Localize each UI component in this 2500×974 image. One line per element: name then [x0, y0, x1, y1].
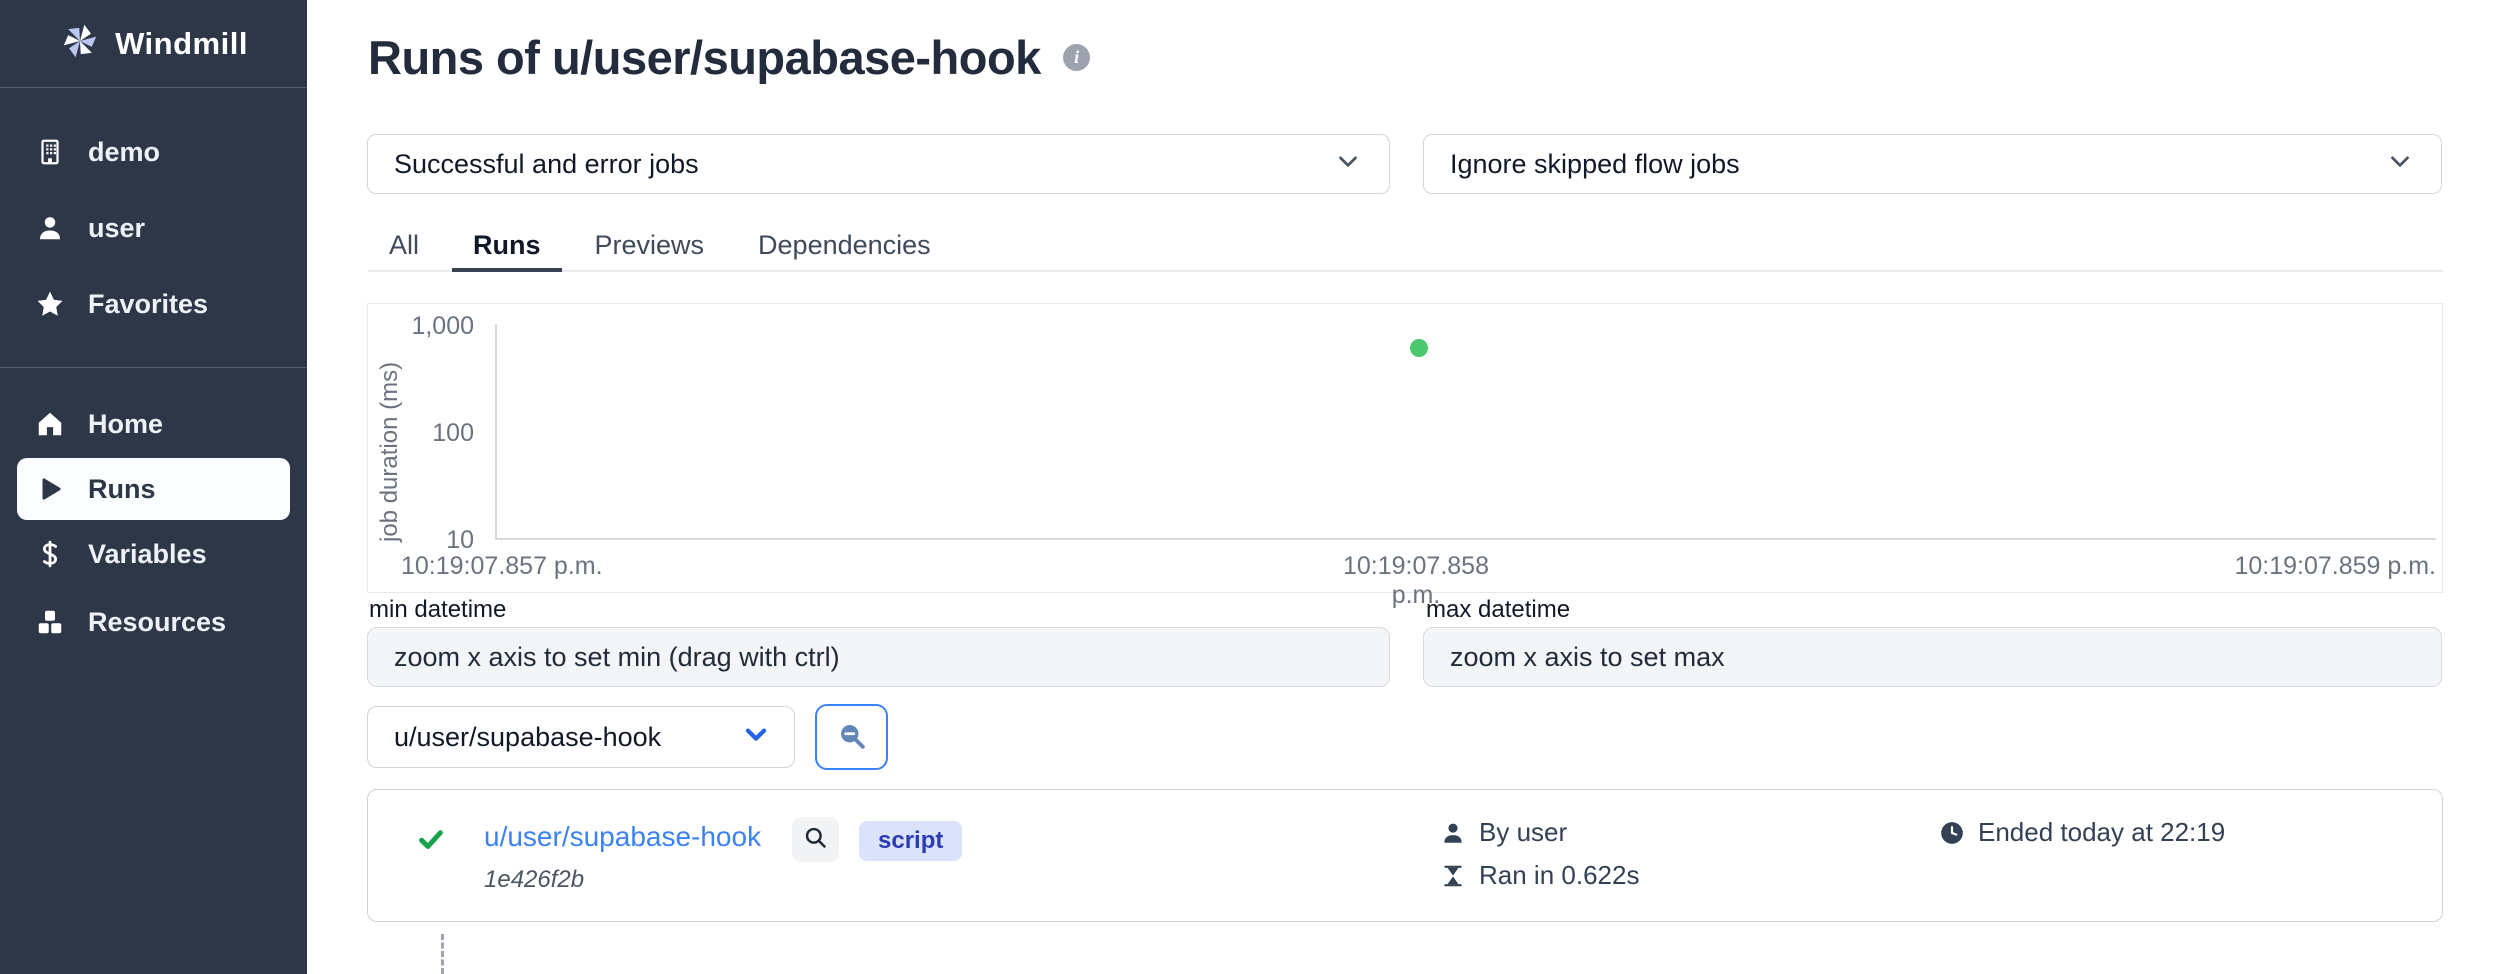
- run-meta-duration: Ran in 0.622s: [1440, 860, 1639, 891]
- hourglass-icon: [1440, 863, 1466, 889]
- timeline-connector: [441, 934, 444, 974]
- app-title: Windmill: [115, 26, 248, 62]
- run-meta-ended: Ended today at 22:19: [1939, 817, 2225, 848]
- chart-plot-area[interactable]: [497, 324, 2436, 538]
- sidebar: Windmill demo: [0, 0, 307, 974]
- tab-dependencies[interactable]: Dependencies: [737, 222, 952, 272]
- workspace-label: demo: [88, 137, 160, 168]
- user-icon: [35, 213, 65, 243]
- runs-label: Runs: [88, 474, 156, 505]
- sidebar-item-user[interactable]: user: [0, 190, 307, 266]
- job-status-select-value: Successful and error jobs: [394, 149, 699, 180]
- run-job-id: 1e426f2b: [484, 866, 584, 894]
- dollar-icon: [35, 539, 65, 569]
- runs-page: Windmill demo: [0, 0, 2500, 974]
- star-icon: [35, 289, 65, 319]
- info-icon[interactable]: i: [1063, 44, 1090, 71]
- min-datetime-label: min datetime: [369, 596, 506, 624]
- sidebar-item-variables[interactable]: Variables: [0, 520, 307, 588]
- chart-y-tick: 100: [406, 419, 474, 448]
- chart-x-axis-line: [495, 538, 2436, 540]
- run-path-link[interactable]: u/user/supabase-hook: [484, 821, 761, 853]
- sidebar-item-favorites[interactable]: Favorites: [0, 266, 307, 342]
- user-label: user: [88, 213, 145, 244]
- play-icon: [35, 474, 65, 504]
- clock-icon: [1939, 820, 1965, 846]
- run-meta-by: By user: [1440, 817, 1567, 848]
- sidebar-item-workspace[interactable]: demo: [0, 114, 307, 190]
- chart-y-axis-label: job duration (ms): [376, 324, 404, 542]
- tab-previews[interactable]: Previews: [574, 222, 726, 272]
- flow-jobs-select-value: Ignore skipped flow jobs: [1450, 149, 1740, 180]
- chevron-down-icon: [740, 718, 772, 757]
- home-icon: [35, 409, 65, 439]
- magnifier-icon: [802, 824, 829, 856]
- max-datetime-label: max datetime: [1426, 596, 1570, 624]
- run-search-chip[interactable]: [792, 817, 839, 862]
- chevron-down-icon: [2385, 146, 2415, 183]
- chevron-down-icon: [1333, 146, 1363, 183]
- run-by-text: By user: [1479, 817, 1567, 848]
- duration-chart: job duration (ms) 1,000 100 10 10:19:07.…: [367, 303, 2443, 593]
- sidebar-item-resources[interactable]: Resources: [0, 588, 307, 656]
- script-path-select[interactable]: u/user/supabase-hook: [367, 706, 795, 768]
- flow-jobs-select[interactable]: Ignore skipped flow jobs: [1423, 134, 2442, 194]
- sidebar-item-home[interactable]: Home: [0, 390, 307, 458]
- zoom-out-magnifier-icon: [834, 718, 870, 757]
- variables-label: Variables: [88, 539, 207, 570]
- chart-x-tick: 10:19:07.859 p.m.: [2234, 552, 2436, 581]
- home-label: Home: [88, 409, 163, 440]
- run-duration-text: Ran in 0.622s: [1479, 860, 1639, 891]
- chart-x-tick: 10:19:07.857 p.m.: [401, 552, 603, 581]
- run-row[interactable]: u/user/supabase-hook script 1e426f2b By …: [367, 789, 2443, 922]
- windmill-logo-icon: [59, 20, 101, 67]
- tab-runs[interactable]: Runs: [452, 222, 562, 272]
- app-logo[interactable]: Windmill: [0, 0, 307, 88]
- search-runs-button[interactable]: [815, 704, 888, 770]
- run-kind-badge: script: [859, 821, 962, 861]
- tab-all[interactable]: All: [368, 222, 440, 272]
- max-datetime-input[interactable]: [1423, 627, 2442, 687]
- page-title-text: Runs of u/user/supabase-hook: [368, 30, 1041, 85]
- favorites-label: Favorites: [88, 289, 208, 320]
- chart-data-point[interactable]: [1410, 339, 1428, 357]
- chart-y-tick: 10: [406, 526, 474, 555]
- run-ended-text: Ended today at 22:19: [1978, 817, 2225, 848]
- success-check-icon: [416, 824, 446, 854]
- run-kind-tabs: All Runs Previews Dependencies: [368, 222, 2443, 272]
- nav-menu: Home Runs Variables: [0, 368, 307, 656]
- sidebar-item-runs[interactable]: Runs: [17, 458, 290, 520]
- page-title: Runs of u/user/supabase-hook i: [368, 30, 1090, 85]
- min-datetime-input[interactable]: [367, 627, 1390, 687]
- chart-y-tick: 1,000: [406, 312, 474, 341]
- job-status-select[interactable]: Successful and error jobs: [367, 134, 1390, 194]
- person-icon: [1440, 820, 1466, 846]
- cubes-icon: [35, 607, 65, 637]
- workspace-section: demo user Favorites: [0, 88, 307, 368]
- building-icon: [35, 137, 65, 167]
- resources-label: Resources: [88, 607, 226, 638]
- script-path-select-value: u/user/supabase-hook: [394, 722, 661, 753]
